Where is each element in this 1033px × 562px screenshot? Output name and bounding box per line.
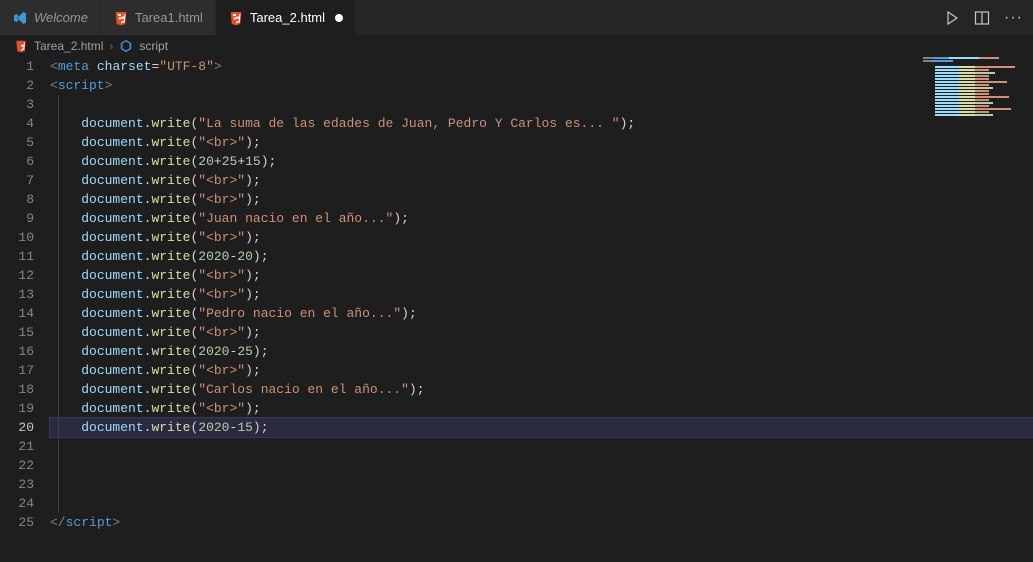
tab-tarea2[interactable]: Tarea_2.html — [216, 0, 356, 35]
tab-tarea2-label: Tarea_2.html — [250, 10, 325, 25]
vscode-icon — [12, 10, 28, 26]
chevron-right-icon: › — [109, 39, 113, 53]
breadcrumb[interactable]: Tarea_2.html › script — [0, 35, 1033, 57]
code-editor[interactable]: 1234567891011121314151617181920212223242… — [0, 57, 1033, 532]
html-file-icon — [113, 10, 129, 26]
html-file-icon — [14, 39, 28, 53]
tab-tarea1[interactable]: Tarea1.html — [101, 0, 216, 35]
symbol-method-icon — [119, 39, 133, 53]
tab-tarea1-label: Tarea1.html — [135, 10, 203, 25]
unsaved-indicator-icon — [335, 14, 343, 22]
breadcrumb-symbol: script — [139, 39, 168, 53]
split-editor-icon[interactable] — [974, 10, 990, 26]
tab-welcome[interactable]: Welcome — [0, 0, 101, 35]
more-actions-icon[interactable]: ··· — [1004, 9, 1023, 27]
tab-welcome-label: Welcome — [34, 10, 88, 25]
code-area[interactable]: <meta charset="UTF-8"><script> document.… — [50, 57, 1033, 532]
tab-bar: Welcome Tarea1.html Tarea_2.html ··· — [0, 0, 1033, 35]
html-file-icon — [228, 10, 244, 26]
breadcrumb-file: Tarea_2.html — [34, 39, 103, 53]
line-number-gutter: 1234567891011121314151617181920212223242… — [0, 57, 50, 532]
run-icon[interactable] — [944, 10, 960, 26]
editor-actions: ··· — [944, 0, 1033, 35]
